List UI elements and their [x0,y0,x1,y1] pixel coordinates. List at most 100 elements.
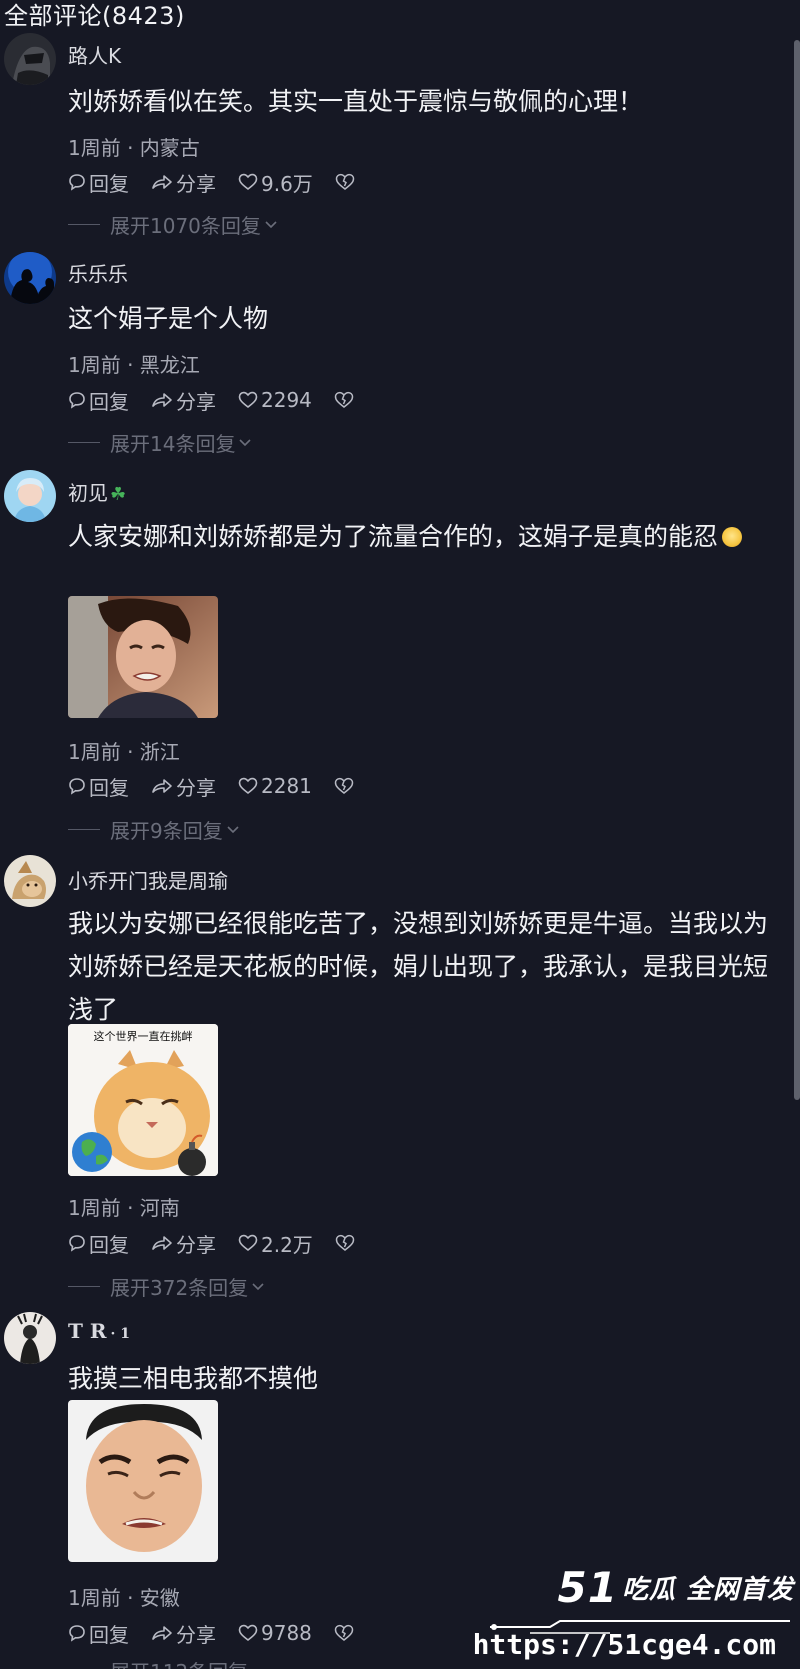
dislike-button[interactable] [334,777,357,795]
comment-image[interactable] [68,1400,218,1562]
comment-actions: 回复 分享 9.6万 [68,168,380,196]
dislike-button[interactable] [335,1234,358,1252]
share-button[interactable]: 分享 [151,168,216,197]
share-arrow-icon [152,779,172,793]
reply-label: 回复 [89,389,129,414]
reply-button[interactable]: 回复 [68,1229,129,1258]
reply-button[interactable]: 回复 [68,772,129,801]
like-button[interactable]: 2.2万 [238,1229,313,1258]
scrollbar[interactable] [794,40,800,1100]
watermark: 51 吃瓜 全网首发 https://51cge4.com [473,1559,800,1669]
username[interactable]: 初见 ☘ [68,477,126,506]
expand-replies[interactable]: 展开372条回复 [68,1272,265,1301]
comment-actions: 回复 分享 2.2万 [68,1229,380,1257]
user-badge: · 1 [110,1326,130,1342]
comment-text: 人家安娜和刘娇娇都是为了流量合作的，这娟子是真的能忍 [68,515,768,558]
avatar[interactable] [4,33,56,85]
like-button[interactable]: 9788 [238,1621,312,1645]
expand-replies-label: 展开112条回复 [110,1656,248,1669]
expand-replies-label: 展开1070条回复 [110,214,261,238]
comment-bubble-icon [69,778,85,795]
avatar[interactable] [4,252,56,304]
share-label: 分享 [176,1232,216,1257]
comment-meta: 1周前 · 黑龙江 [68,353,200,377]
share-arrow-icon [152,175,172,189]
avatar[interactable] [4,855,56,907]
reply-label: 回复 [89,1622,129,1647]
divider [68,1286,100,1287]
share-button[interactable]: 分享 [151,1229,216,1258]
expand-replies-label: 展开14条回复 [110,432,236,456]
chevron-down-icon [252,1282,264,1290]
heart-icon [238,391,258,409]
comment-image[interactable]: 这个世界一直在挑衅 [68,1024,218,1176]
avatar[interactable] [4,470,56,522]
reply-button[interactable]: 回复 [68,386,129,415]
reply-button[interactable]: 回复 [68,168,129,197]
dislike-button[interactable] [334,1624,357,1642]
expand-replies-label: 展开372条回复 [110,1276,249,1300]
share-button[interactable]: 分享 [151,772,216,801]
broken-heart-icon [334,391,354,408]
comment-text-content: 人家安娜和刘娇娇都是为了流量合作的，这娟子是真的能忍 [68,522,719,551]
share-label: 分享 [176,775,216,800]
watermark-brand-number: 51 [557,1563,618,1612]
comment-text: 我以为安娜已经很能吃苦了，没想到刘娇娇更是牛逼。当我以为刘娇娇已经是天花板的时候… [68,909,769,1024]
like-count: 9788 [261,1621,312,1645]
comment-meta: 1周前 · 安徽 [68,1586,180,1610]
comment-text: 刘娇娇看似在笑。其实一直处于震惊与敬佩的心理！ [68,87,644,116]
like-button[interactable]: 2281 [238,774,312,798]
comment-image[interactable] [68,596,218,718]
share-button[interactable]: 分享 [151,386,216,415]
broken-heart-icon [334,1624,354,1641]
expand-replies[interactable]: 展开112条回复 [68,1656,248,1669]
username[interactable]: 小乔开门我是周瑜 [68,865,228,894]
divider [68,442,100,443]
comment-actions: 回复 分享 2281 [68,772,379,800]
heart-icon [238,173,258,191]
clover-icon: ☘ [110,484,127,505]
username[interactable]: T R · 1 [68,1319,130,1343]
shocked-face-emoji-icon [722,527,743,547]
comment-meta: 1周前 · 河南 [68,1196,180,1220]
like-count: 9.6万 [261,171,313,196]
share-label: 分享 [176,389,216,414]
comment-meta: 1周前 · 浙江 [68,740,180,764]
reply-label: 回复 [89,1232,129,1257]
like-button[interactable]: 9.6万 [238,168,313,197]
username-text: T R [68,1319,107,1343]
dislike-button[interactable] [334,391,357,409]
broken-heart-icon [335,173,355,190]
sticker-caption: 这个世界一直在挑衅 [94,1029,193,1043]
comment-actions: 回复 分享 9788 [68,1619,379,1647]
divider [68,829,100,830]
reply-label: 回复 [89,775,129,800]
heart-icon [238,1234,258,1252]
username[interactable]: 路人K [68,40,121,69]
comment-bubble-icon [69,1235,85,1252]
reply-label: 回复 [89,171,129,196]
share-button[interactable]: 分享 [151,1619,216,1648]
dislike-button[interactable] [335,173,358,191]
share-arrow-icon [152,393,172,407]
expand-replies[interactable]: 展开1070条回复 [68,210,278,239]
watermark-brand-text: 吃瓜 全网首发 [621,1575,794,1605]
avatar[interactable] [4,1312,56,1364]
reply-button[interactable]: 回复 [68,1619,129,1648]
broken-heart-icon [335,1234,355,1251]
chevron-down-icon [227,825,239,833]
like-count: 2.2万 [261,1232,313,1257]
comment-text: 我摸三相电我都不摸他 [68,1364,319,1393]
username-text: 初见 [68,481,108,505]
chevron-down-icon [239,438,252,446]
share-arrow-icon [152,1626,172,1640]
expand-replies[interactable]: 展开9条回复 [68,815,240,844]
share-label: 分享 [176,171,216,196]
username[interactable]: 乐乐乐 [68,258,128,287]
like-count: 2281 [261,774,312,798]
divider [68,224,100,225]
like-button[interactable]: 2294 [238,388,312,412]
comment-text: 这个娟子是个人物 [68,304,269,333]
broken-heart-icon [334,777,354,794]
expand-replies[interactable]: 展开14条回复 [68,428,252,457]
